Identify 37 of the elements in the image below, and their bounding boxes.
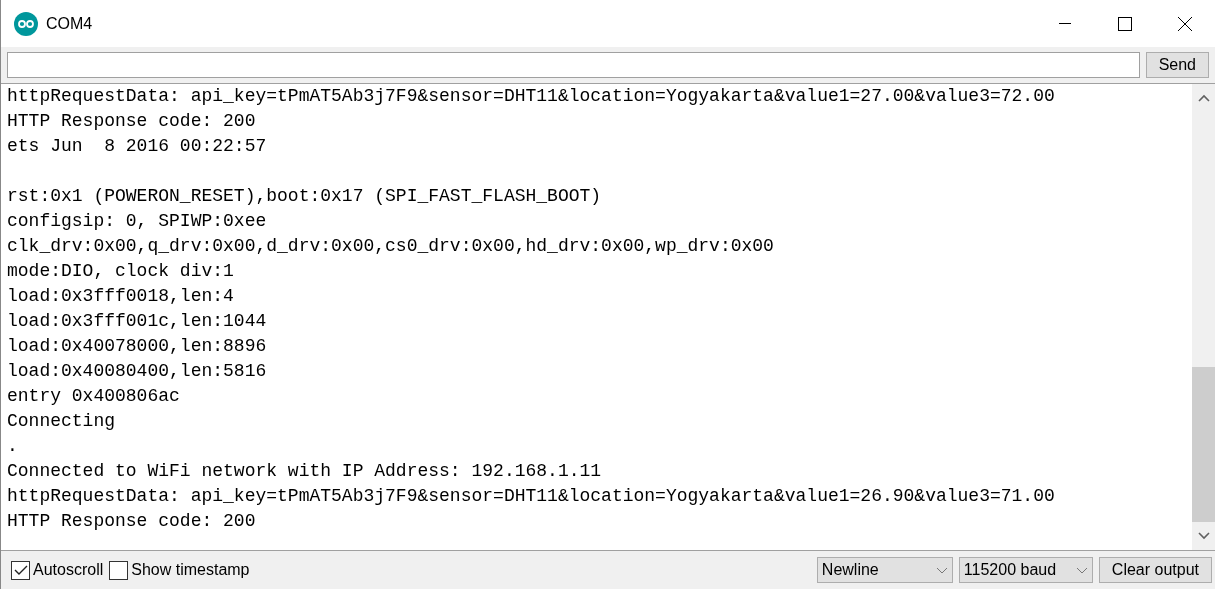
output-line: rst:0x1 (POWERON_RESET),boot:0x17 (SPI_FAST_FLASH_BOOT) bbox=[7, 185, 603, 208]
scrollbar[interactable] bbox=[1192, 84, 1215, 550]
output-line: ets Jun 8 2016 00:22:57 bbox=[7, 135, 268, 158]
output-line: HTTP Response code: 200 bbox=[7, 110, 257, 133]
window-title: COM4 bbox=[46, 14, 94, 33]
output-line: entry 0x400806ac bbox=[7, 385, 181, 408]
minimize-icon bbox=[1059, 23, 1071, 24]
output-line: Connected to WiFi network with IP Address: 192.168.1.11 bbox=[7, 460, 603, 483]
line-ending-dropdown[interactable]: Newline bbox=[816, 557, 953, 583]
output-line: load:0x40078000,len:8896 bbox=[7, 335, 268, 358]
checkbox[interactable] bbox=[11, 560, 30, 580]
output-line: mode:DIO, clock div:1 bbox=[7, 260, 235, 283]
clear-output-button[interactable]: Clear output bbox=[1098, 557, 1212, 583]
caret-icon bbox=[935, 566, 948, 574]
output-line: load:0x40080400,len:5816 bbox=[7, 360, 268, 383]
scroll-up-icon[interactable] bbox=[1197, 94, 1210, 102]
baud-rate-dropdown[interactable]: 115200 baud bbox=[958, 557, 1093, 583]
output-line: HTTP Response code: 200 bbox=[7, 510, 257, 533]
output-line: httpRequestData: api_key=tPmAT5Ab3j7F9&sensor=DHT11&location=Yogyakarta&value1=26.90&value3=71.00 bbox=[7, 485, 1056, 508]
checkbox[interactable] bbox=[109, 560, 129, 580]
message-input[interactable] bbox=[7, 52, 1140, 78]
close-icon bbox=[1177, 15, 1193, 32]
caret-icon bbox=[1075, 566, 1088, 574]
output-line: httpRequestData: api_key=tPmAT5Ab3j7F9&sensor=DHT11&location=Yogyakarta&value1=27.00&value3=72.00 bbox=[7, 85, 1056, 108]
output-line: configsip: 0, SPIWP:0xee bbox=[7, 210, 268, 233]
maximize-icon bbox=[1118, 16, 1132, 31]
output-line: clk_drv:0x00,q_drv:0x00,d_drv:0x00,cs0_drv:0x00,hd_drv:0x00,wp_drv:0x00 bbox=[7, 235, 775, 258]
output-line: load:0x3fff001c,len:1044 bbox=[7, 310, 268, 333]
send-button[interactable]: Send bbox=[1145, 52, 1209, 78]
checkbox-label: Autoscroll bbox=[33, 561, 104, 579]
scroll-down-icon[interactable] bbox=[1197, 532, 1210, 540]
scroll-thumb[interactable] bbox=[1192, 367, 1215, 522]
output-line: load:0x3fff0018,len:4 bbox=[7, 285, 235, 308]
logo-icon bbox=[14, 11, 38, 36]
output-line: Connecting bbox=[7, 410, 117, 433]
output-line: . bbox=[7, 435, 19, 458]
checkbox-label: Show timestamp bbox=[131, 561, 250, 579]
